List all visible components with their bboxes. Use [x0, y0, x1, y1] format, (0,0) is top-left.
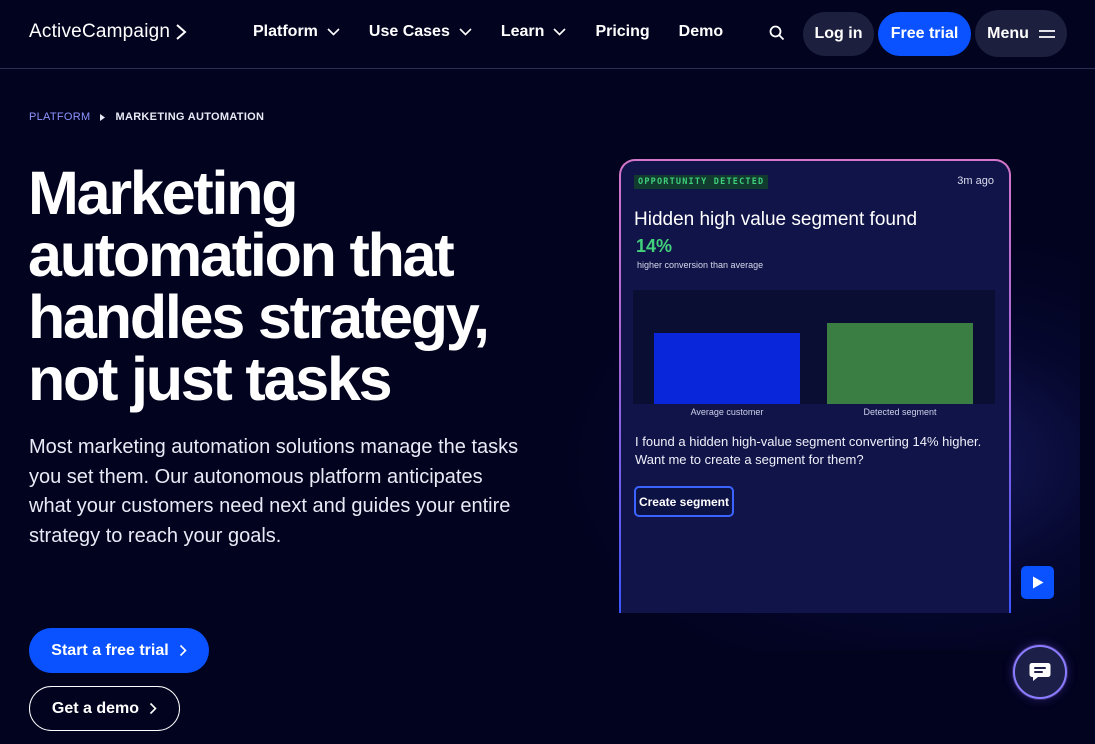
nav-item-label: Demo	[678, 23, 724, 40]
chevron-right-icon	[149, 702, 157, 715]
nav-links: Platform Use Cases Learn Pricing Demo	[253, 23, 752, 41]
chevron-right-icon	[179, 644, 187, 657]
chevron-right-icon	[176, 24, 187, 40]
chevron-down-icon	[553, 28, 567, 36]
breadcrumb-current: MARKETING AUTOMATION	[115, 111, 265, 123]
breadcrumb: PLATFORM MARKETING AUTOMATION	[29, 111, 264, 123]
chart-category-label: Average customer	[690, 407, 764, 417]
breadcrumb-platform[interactable]: PLATFORM	[29, 111, 90, 123]
chevron-down-icon	[459, 28, 472, 36]
hero-title-line: not just tasks	[28, 345, 393, 413]
get-demo-label: Get a demo	[51, 699, 140, 717]
caret-right-icon	[100, 113, 106, 121]
free-trial-button[interactable]: Free trial	[878, 12, 971, 56]
card-message: I found a hidden high-value segment conv…	[635, 434, 982, 467]
menu-button[interactable]: Menu	[975, 10, 1067, 57]
nav-item-label: Use Cases	[368, 23, 450, 40]
hamburger-icon	[1038, 29, 1055, 38]
chat-button[interactable]	[1013, 645, 1067, 699]
hero-title: Marketing automation that handles strate…	[28, 162, 548, 410]
hero-title-line: Marketing	[28, 159, 299, 227]
card-timestamp: 3m ago	[957, 175, 994, 187]
nav-item-learn[interactable]: Learn	[501, 23, 567, 41]
get-demo-button[interactable]: Get a demo	[29, 686, 180, 731]
chart-bar	[654, 333, 800, 404]
brand-name: ActiveCampaign	[29, 21, 171, 42]
nav-item-label: Pricing	[595, 23, 650, 40]
segment-bar-chart: Average customer Detected segment	[633, 290, 995, 417]
card-title: Hidden high value segment found	[634, 209, 918, 230]
nav-item-use-cases[interactable]: Use Cases	[369, 23, 472, 41]
menu-label: Menu	[987, 24, 1029, 42]
hero-title-line: handles strategy,	[28, 283, 490, 351]
brand-logo[interactable]: ActiveCampaign	[29, 21, 188, 43]
conversion-stat-caption: higher conversion than average	[637, 260, 764, 270]
hero-title-line: automation that	[28, 221, 455, 289]
nav-item-label: Platform	[253, 23, 318, 40]
nav-item-pricing[interactable]: Pricing	[595, 23, 649, 41]
login-button[interactable]: Log in	[803, 12, 874, 56]
opportunity-badge: OPPORTUNITY DETECTED	[634, 175, 769, 189]
chevron-down-icon	[327, 28, 340, 36]
hero-description: Most marketing automation solutions mana…	[29, 436, 519, 547]
search-icon[interactable]	[768, 24, 786, 42]
chart-bar	[827, 323, 973, 404]
create-segment-button[interactable]: Create segment	[634, 486, 734, 517]
play-button[interactable]	[1021, 566, 1054, 599]
nav-item-label: Learn	[500, 23, 545, 40]
start-free-trial-button[interactable]: Start a free trial	[29, 628, 209, 673]
nav-item-demo[interactable]: Demo	[679, 23, 723, 41]
conversion-stat: 14%	[636, 236, 673, 256]
top-navigation: ActiveCampaign Platform Use Cases Learn …	[0, 0, 1095, 69]
opportunity-card: OPPORTUNITY DETECTED 3m ago Hidden high …	[619, 159, 1011, 613]
start-free-trial-label: Start a free trial	[51, 641, 169, 659]
chart-category-label: Detected segment	[863, 407, 937, 417]
nav-item-platform[interactable]: Platform	[253, 23, 340, 41]
play-icon	[1032, 576, 1043, 589]
chat-icon	[1029, 663, 1051, 681]
